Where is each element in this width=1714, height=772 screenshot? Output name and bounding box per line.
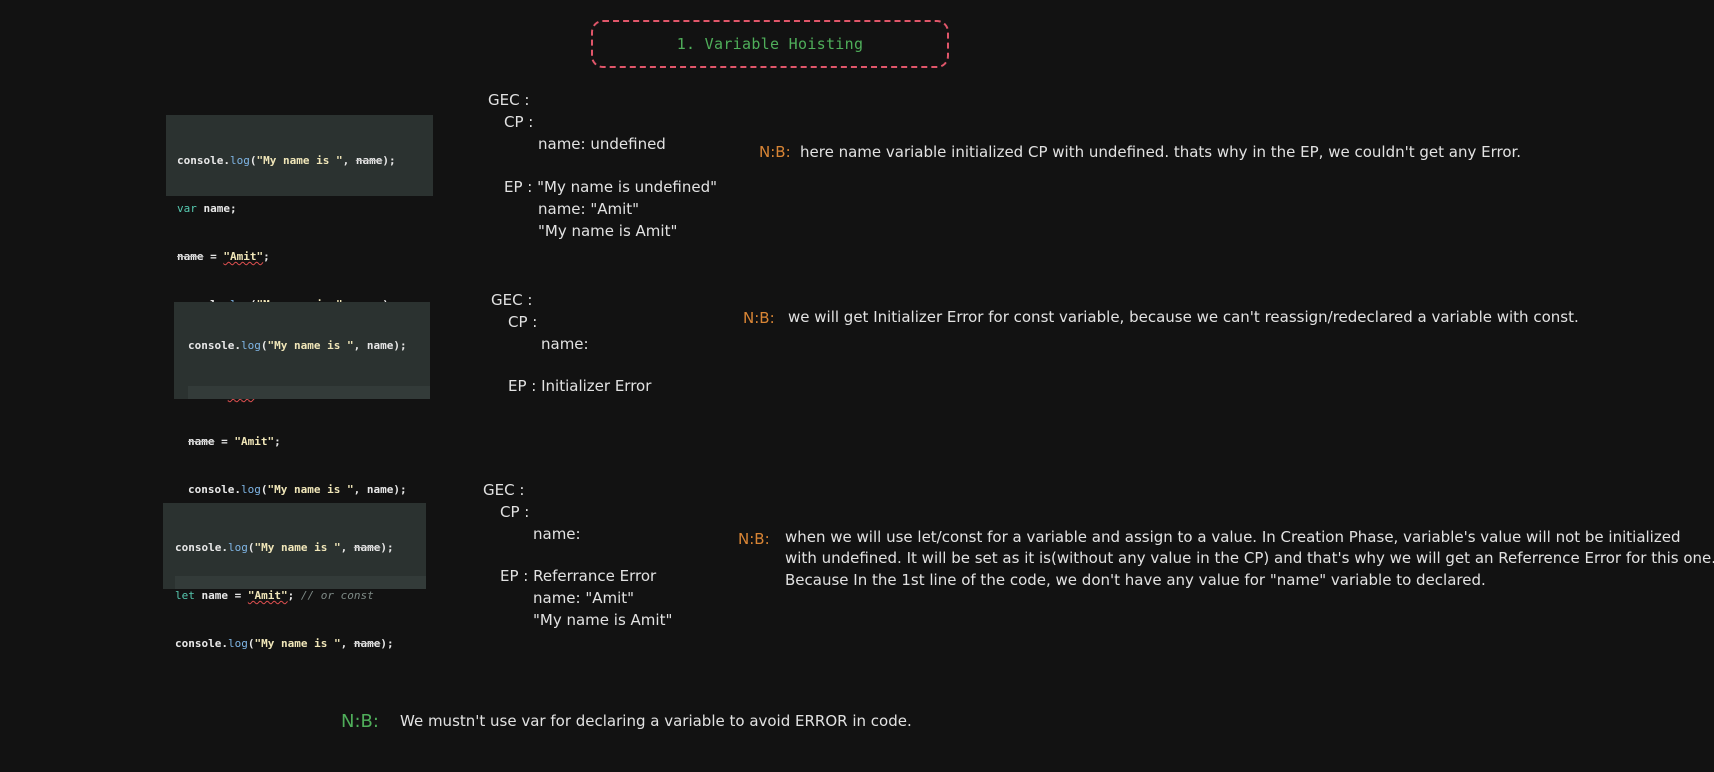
- ep-label: EP : "My name is undefined": [504, 178, 718, 196]
- note-text: Because In the 1st line of the code, we …: [785, 571, 1486, 589]
- code-line: console.log("My name is ", name);: [175, 637, 394, 650]
- note-text: here name variable initialized CP with u…: [800, 143, 1522, 161]
- code-block-let: console.log("My name is ", name); let na…: [163, 503, 426, 650]
- code-editor-footer: [188, 386, 430, 399]
- gec-label: GEC :: [491, 291, 533, 309]
- cp-label: CP :: [508, 313, 538, 331]
- code-line: console.log("My name is ", name);: [175, 541, 394, 554]
- title-box: 1. Variable Hoisting: [591, 20, 949, 68]
- code-line: console.log("My name is ", name);: [188, 483, 407, 496]
- code-line: name = "Amit";: [177, 250, 270, 263]
- code-block-const: console.log("My name is ", name); const …: [174, 302, 430, 496]
- code-line: var name;: [177, 202, 237, 215]
- nb-label: N:B:: [738, 530, 770, 548]
- note-text: with undefined. It will be set as it is(…: [785, 549, 1714, 567]
- cp-label: CP :: [504, 113, 534, 131]
- cp-value: name:: [533, 525, 581, 543]
- ep-value: "My name is Amit": [533, 611, 673, 629]
- code-block-var: console.log("My name is ", name); var na…: [166, 115, 433, 311]
- cp-label: CP :: [500, 503, 530, 521]
- ep-label: EP : Referrance Error: [500, 567, 657, 585]
- ep-value: name: "Amit": [538, 200, 640, 218]
- gec-label: GEC :: [483, 481, 525, 499]
- note-text: when we will use let/const for a variabl…: [785, 528, 1681, 546]
- cp-value: name:: [541, 335, 589, 353]
- code-line: console.log("My name is ", name);: [177, 154, 396, 167]
- gec-label: GEC :: [488, 91, 530, 109]
- page-title: 1. Variable Hoisting: [676, 35, 864, 53]
- footer-nb-label: N:B:: [341, 711, 379, 732]
- code-line: console.log("My name is ", name);: [188, 339, 407, 352]
- code-line: name = "Amit";: [188, 435, 281, 448]
- code-line: let name = "Amit"; // or const: [175, 589, 374, 602]
- ep-value: "My name is Amit": [538, 222, 678, 240]
- code-editor-footer: [175, 576, 426, 589]
- ep-label: EP : Initializer Error: [508, 377, 652, 395]
- nb-label: N:B:: [743, 309, 775, 327]
- nb-label: N:B:: [759, 143, 791, 161]
- footer-note: We mustn't use var for declaring a varia…: [400, 712, 912, 730]
- note-text: we will get Initializer Error for const …: [788, 308, 1579, 326]
- cp-value: name: undefined: [538, 135, 666, 153]
- ep-value: name: "Amit": [533, 589, 635, 607]
